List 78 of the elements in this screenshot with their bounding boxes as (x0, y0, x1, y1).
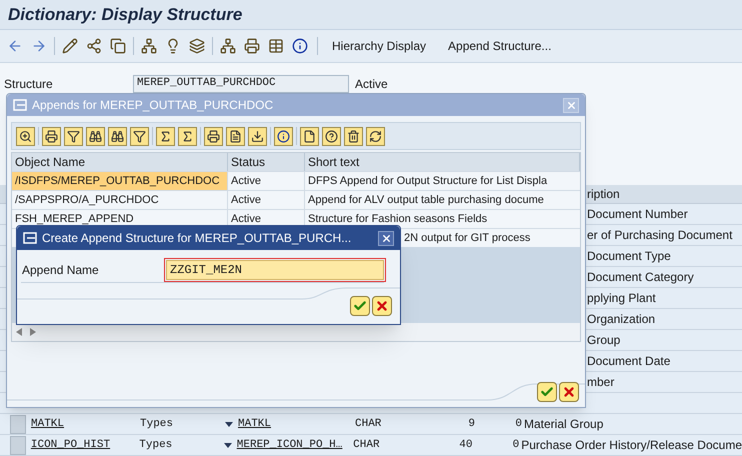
trash-icon[interactable] (344, 126, 363, 146)
table-cell-text: pplying Plant (587, 290, 656, 307)
hierarchy-icon[interactable] (140, 37, 158, 55)
nodes-icon[interactable] (85, 37, 103, 55)
table-cell-text: Document Type (587, 248, 671, 265)
sigma-icon[interactable] (178, 126, 197, 146)
cross-icon (375, 299, 389, 313)
table-cell-text: 2N output for GIT process (404, 230, 530, 246)
document-icon[interactable] (226, 126, 245, 146)
layers-icon[interactable] (188, 37, 206, 55)
info-icon[interactable] (291, 37, 309, 55)
dialog-title: Create Append Structure for MEREP_OUTTAB_PURCH... (42, 230, 352, 247)
table-cell[interactable]: /ISDFPS/MEREP_OUTTAB_PURCHDOC (12, 172, 228, 190)
status-text: Active (354, 76, 388, 92)
funnel-icon[interactable] (130, 126, 149, 146)
printer-icon[interactable] (42, 126, 61, 146)
blank-page-icon[interactable] (300, 126, 319, 146)
table-cell[interactable]: MEREP_ICON_PO_H… (234, 436, 354, 454)
table-cell[interactable]: MATKL (31, 416, 140, 432)
dialog-title: Appends for MEREP_OUTTAB_PURCHDOC (32, 97, 274, 114)
close-icon (566, 100, 576, 110)
table-cell-text: mber (587, 374, 614, 391)
table-cell-text: Document Category (587, 269, 694, 286)
table-cell-text: 9 (467, 416, 475, 432)
scroll-left-icon[interactable] (16, 328, 22, 336)
table-cell-text: 0 (512, 438, 520, 453)
sigma-icon[interactable] (156, 126, 175, 146)
copy-icon[interactable] (109, 37, 127, 55)
toolbar-button[interactable]: Hierarchy Display (324, 37, 434, 55)
table-cell-text: CHAR (353, 438, 381, 453)
close-icon (380, 232, 392, 244)
close-button[interactable] (378, 230, 394, 246)
table-cell[interactable]: MATKL (235, 416, 355, 432)
table-cell-text: Types (139, 438, 174, 453)
table-cell[interactable]: ICON_PO_HIST (30, 436, 140, 454)
table-icon[interactable] (267, 37, 285, 55)
table-cell-text: Material Group (523, 416, 604, 433)
table-cell-text: Purchase Order History/Release Docume (520, 437, 742, 454)
pencil-icon[interactable] (61, 37, 79, 55)
cancel-button[interactable] (372, 296, 392, 316)
table-cell-text: Document Number (587, 206, 688, 223)
toolbar-button[interactable]: Append Structure... (440, 37, 560, 55)
checkmark-icon (353, 299, 367, 313)
info-icon[interactable] (274, 126, 293, 146)
structure-field[interactable]: MEREP_OUTTAB_PURCHDOC (133, 74, 349, 92)
table-cell-text: 40 (458, 438, 472, 453)
field-label: Append Name (21, 262, 100, 278)
dropdown-icon[interactable] (224, 442, 232, 448)
dropdown-icon[interactable] (225, 422, 233, 426)
printer-icon[interactable] (243, 37, 261, 55)
table-cell-text: CHAR (355, 416, 382, 432)
table-cell-text: Organization (587, 311, 656, 328)
filter-icon[interactable] (64, 126, 83, 146)
confirm-button[interactable] (350, 296, 370, 316)
table-cell-text: Structure for Fashion seasons Fields (307, 212, 488, 227)
magnifier-icon[interactable] (16, 126, 35, 146)
table-cell-text: Types (140, 416, 174, 432)
cancel-button[interactable] (559, 382, 579, 402)
binoculars-icon[interactable] (108, 126, 127, 146)
dialog-icon (23, 232, 37, 244)
append-name-field[interactable]: ZZGIT_ME2N (166, 260, 384, 280)
refresh-icon[interactable] (366, 126, 385, 146)
binoculars-icon[interactable] (86, 126, 105, 146)
dialog-icon (13, 99, 27, 111)
table-cell-text: er of Purchasing Document (587, 227, 732, 244)
window-title: Dictionary: Display Structure (8, 4, 242, 26)
printer-icon[interactable] (204, 126, 223, 146)
help-icon[interactable] (322, 126, 341, 146)
scroll-right-icon[interactable] (30, 328, 36, 336)
checkmark-icon (540, 385, 554, 399)
confirm-button[interactable] (537, 382, 557, 402)
tree-icon[interactable] (219, 37, 237, 55)
export-icon[interactable] (248, 126, 267, 146)
cross-icon (562, 385, 576, 399)
table-cell-text: Group (587, 332, 620, 349)
table-cell-text: 0 (514, 416, 522, 432)
field-label: Structure (3, 76, 54, 92)
table-cell-text: Document Date (587, 353, 670, 370)
